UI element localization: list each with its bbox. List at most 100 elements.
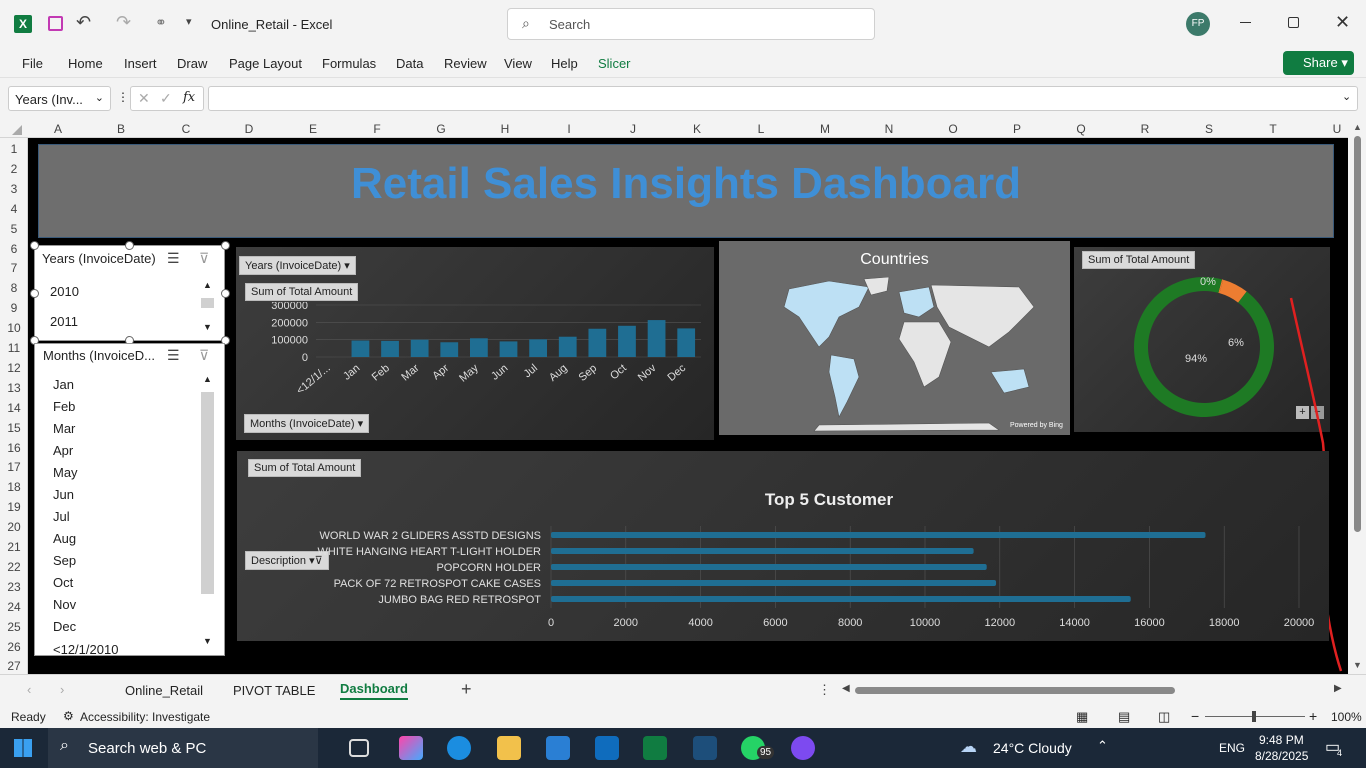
scroll-down-icon[interactable]: ▼: [203, 322, 212, 332]
task-view-icon[interactable]: [349, 739, 369, 757]
vertical-scrollbar[interactable]: ▲ ▼: [1348, 120, 1366, 674]
slicer-item[interactable]: Oct: [53, 575, 73, 590]
tab-insert[interactable]: Insert: [124, 56, 157, 71]
slicer-scrollbar[interactable]: ▲ ▼: [200, 280, 215, 336]
slicer-item[interactable]: Jan: [53, 377, 74, 392]
tab-page-layout[interactable]: Page Layout: [229, 56, 302, 71]
save-icon[interactable]: [48, 16, 63, 31]
column-header[interactable]: N: [879, 122, 899, 136]
slicer-item[interactable]: Dec: [53, 619, 76, 634]
zoom-in-icon[interactable]: +: [1309, 708, 1317, 724]
column-header[interactable]: S: [1199, 122, 1219, 136]
resize-handle[interactable]: [125, 241, 134, 250]
row-header[interactable]: 17: [0, 460, 28, 474]
row-header[interactable]: 16: [0, 441, 28, 455]
tab-draw[interactable]: Draw: [177, 56, 207, 71]
row-header[interactable]: 23: [0, 580, 28, 594]
column-header[interactable]: A: [48, 122, 68, 136]
clock-time[interactable]: 9:48 PM: [1259, 733, 1304, 747]
slicer-item[interactable]: Sep: [53, 553, 76, 568]
column-header[interactable]: J: [623, 122, 643, 136]
next-sheet-icon[interactable]: ›: [60, 682, 64, 697]
slicer-item[interactable]: May: [53, 465, 78, 480]
row-header[interactable]: 25: [0, 620, 28, 634]
expand-formula-icon[interactable]: ⌄: [1342, 90, 1351, 103]
row-header[interactable]: 2: [0, 162, 28, 176]
row-header[interactable]: 15: [0, 421, 28, 435]
windows-start-icon[interactable]: [14, 739, 32, 757]
page-layout-icon[interactable]: ▤: [1118, 709, 1130, 725]
row-header[interactable]: 18: [0, 480, 28, 494]
scroll-up-icon[interactable]: ▲: [1353, 122, 1362, 132]
countries-map[interactable]: Countries Powered by Bing: [719, 241, 1070, 435]
scroll-down-icon[interactable]: ▼: [203, 636, 212, 646]
column-header[interactable]: M: [815, 122, 835, 136]
link-icon[interactable]: ⚭: [155, 14, 167, 31]
top5-customer-chart[interactable]: Sum of Total Amount Top 5 Customer Descr…: [237, 451, 1329, 641]
row-header[interactable]: 8: [0, 281, 28, 295]
row-header[interactable]: 1: [0, 142, 28, 156]
slicer-item[interactable]: Feb: [53, 399, 75, 414]
row-header[interactable]: 24: [0, 600, 28, 614]
row-header[interactable]: 7: [0, 261, 28, 275]
slicer-item[interactable]: Aug: [53, 531, 76, 546]
horizontal-scrollbar-thumb[interactable]: [855, 687, 1175, 694]
add-sheet-icon[interactable]: +: [461, 679, 472, 700]
select-all[interactable]: [12, 125, 22, 135]
column-header[interactable]: R: [1135, 122, 1155, 136]
close-icon[interactable]: ✕: [1335, 12, 1350, 33]
multi-select-icon[interactable]: ☰: [167, 347, 180, 364]
column-header[interactable]: C: [176, 122, 196, 136]
excel-taskbar-icon[interactable]: [643, 736, 667, 760]
tab-slicer[interactable]: Slicer: [598, 56, 631, 71]
years-filter-button[interactable]: Years (InvoiceDate) ▾: [239, 256, 356, 275]
row-header[interactable]: 20: [0, 520, 28, 534]
accessibility-icon[interactable]: ⚙: [63, 709, 74, 723]
row-header[interactable]: 26: [0, 640, 28, 654]
clear-filter-icon[interactable]: ⊽: [199, 250, 209, 267]
resize-handle[interactable]: [221, 241, 230, 250]
scroll-up-icon[interactable]: ▲: [203, 374, 212, 384]
slicer-item[interactable]: <12/1/2010: [53, 642, 118, 655]
multi-select-icon[interactable]: ☰: [167, 250, 180, 267]
zoom-thumb[interactable]: [1252, 711, 1256, 722]
column-header[interactable]: P: [1007, 122, 1027, 136]
column-header[interactable]: L: [751, 122, 771, 136]
cancel-icon[interactable]: ✕: [138, 90, 150, 107]
insert-function-icon[interactable]: fx: [183, 90, 195, 105]
name-box[interactable]: Years (Inv... ⌄: [8, 86, 111, 111]
accessibility-status[interactable]: Accessibility: Investigate: [80, 710, 210, 724]
scroll-right-icon[interactable]: ▶: [1334, 683, 1342, 694]
column-header[interactable]: Q: [1071, 122, 1091, 136]
row-header[interactable]: 22: [0, 560, 28, 574]
tab-home[interactable]: Home: [68, 56, 103, 71]
column-header[interactable]: G: [431, 122, 451, 136]
avatar[interactable]: FP: [1186, 12, 1210, 36]
column-header[interactable]: K: [687, 122, 707, 136]
years-slicer[interactable]: Years (InvoiceDate) ☰ ⊽ 2010 2011 ▲ ▼: [30, 241, 230, 345]
store-icon[interactable]: [546, 736, 570, 760]
undo-icon[interactable]: ↶: [76, 12, 91, 33]
sheet-tab[interactable]: Online_Retail: [125, 683, 203, 698]
scroll-thumb[interactable]: [201, 298, 214, 308]
scroll-thumb[interactable]: [1354, 136, 1361, 532]
slicer-item[interactable]: 2011: [50, 314, 78, 329]
restore-icon[interactable]: [1288, 17, 1299, 28]
formula-input[interactable]: [208, 86, 1358, 111]
column-header[interactable]: O: [943, 122, 963, 136]
tab-data[interactable]: Data: [396, 56, 423, 71]
mysql-icon[interactable]: [693, 736, 717, 760]
redo-icon[interactable]: ↷: [116, 12, 131, 33]
taskbar-search[interactable]: ⌕ Search web & PC: [48, 728, 318, 768]
row-header[interactable]: 5: [0, 222, 28, 236]
slicer-item[interactable]: Jul: [53, 509, 70, 524]
row-header[interactable]: 14: [0, 401, 28, 415]
monthly-sales-chart[interactable]: Years (InvoiceDate) ▾ Sum of Total Amoun…: [236, 247, 714, 440]
column-header[interactable]: I: [559, 122, 579, 136]
zoom-out-icon[interactable]: −: [1191, 708, 1199, 724]
canva-icon[interactable]: [791, 736, 815, 760]
sheet-tab-active[interactable]: Dashboard: [340, 681, 408, 700]
tab-view[interactable]: View: [504, 56, 532, 71]
row-header[interactable]: 13: [0, 381, 28, 395]
resize-handle[interactable]: [30, 289, 39, 298]
